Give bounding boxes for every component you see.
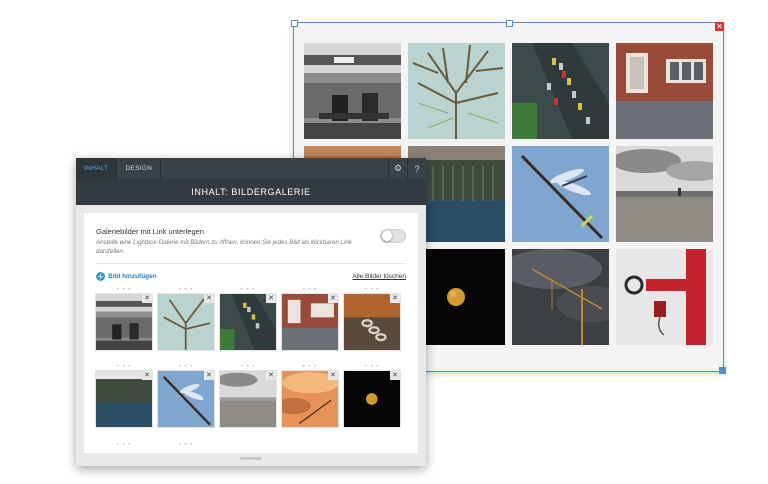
link-option-title: Galeriebilder mit Link unterlegen — [96, 227, 204, 236]
add-image-button[interactable]: + Bild hinzufügen — [96, 272, 157, 281]
drag-handle[interactable]: • • • — [96, 287, 152, 293]
remove-image-button[interactable]: ✕ — [266, 371, 276, 380]
gallery-image-train-station[interactable] — [304, 43, 401, 139]
drag-handle[interactable]: • • • — [282, 287, 338, 293]
toggle-knob — [382, 231, 392, 241]
drag-handle[interactable]: • • • — [344, 364, 400, 370]
drag-handle[interactable]: • • • — [158, 287, 214, 293]
gallery-image-red-brick-house[interactable] — [616, 43, 713, 139]
remove-image-button[interactable]: ✕ — [142, 371, 152, 380]
gear-icon: ⚙ — [393, 163, 403, 173]
thumbnail-tree-branches[interactable]: ✕ — [158, 294, 214, 350]
plus-circle-icon: + — [96, 272, 105, 281]
thumbnail-sunset-bird[interactable]: ✕ — [282, 371, 338, 427]
drag-handle[interactable]: • • • — [220, 364, 276, 370]
drag-handle[interactable]: • • • — [158, 442, 214, 448]
tab-tools: ⚙ ? — [388, 158, 426, 179]
remove-image-button[interactable]: ✕ — [328, 294, 338, 303]
resize-handle-top-left[interactable] — [291, 20, 298, 27]
remove-image-button[interactable]: ✕ — [266, 294, 276, 303]
panel-content: Galeriebilder mit Link unterlegen Anstel… — [84, 213, 418, 453]
link-option-description: Anstelle eine Lightbox-Galerie mit Bilde… — [96, 239, 352, 255]
panel-resize-grip[interactable] — [240, 457, 262, 460]
drag-handle[interactable]: • • • — [282, 364, 338, 370]
thumbnail-rusty-chain[interactable]: ✕ — [344, 294, 400, 350]
thumbnail-red-brick-house[interactable]: ✕ — [282, 294, 338, 350]
drag-handle[interactable]: • • • — [220, 287, 276, 293]
gallery-editor-panel: INHALT DESIGN ⚙ ? INHALT: BILDERGALERIE … — [76, 158, 426, 466]
thumbnail-dragonfly[interactable]: ✕ — [158, 371, 214, 427]
thumbnail-aerial-parking[interactable]: ✕ — [220, 294, 276, 350]
tab-bar: INHALT DESIGN ⚙ ? — [76, 158, 426, 179]
link-option-toggle[interactable] — [380, 229, 406, 243]
panel-title: INHALT: BILDERGALERIE — [76, 179, 426, 205]
resize-handle-top[interactable] — [506, 20, 513, 27]
remove-image-button[interactable]: ✕ — [390, 371, 400, 380]
divider — [96, 263, 406, 264]
gallery-image-aerial-parking[interactable] — [512, 43, 609, 139]
thumbnail-moon[interactable]: ✕ — [344, 371, 400, 427]
remove-image-button[interactable]: ✕ — [328, 371, 338, 380]
clear-all-images-link[interactable]: Alle Bilder löschen — [353, 273, 406, 280]
gallery-image-crane-storm[interactable] — [512, 249, 609, 345]
thumbnail-train-station[interactable]: ✕ — [96, 294, 152, 350]
settings-button[interactable]: ⚙ — [388, 158, 407, 179]
tab-design[interactable]: DESIGN — [117, 158, 162, 179]
remove-image-button[interactable]: ✕ — [204, 294, 214, 303]
close-icon[interactable]: ✕ — [715, 22, 724, 31]
thumbnail-canal-reflection[interactable]: ✕ — [96, 371, 152, 427]
remove-image-button[interactable]: ✕ — [204, 371, 214, 380]
gallery-image-dragonfly[interactable] — [512, 146, 609, 242]
gallery-image-beach-sky[interactable] — [616, 146, 713, 242]
tab-inhalt[interactable]: INHALT — [76, 158, 118, 179]
drag-handle[interactable]: • • • — [96, 442, 152, 448]
drag-handle[interactable]: • • • — [96, 364, 152, 370]
remove-image-button[interactable]: ✕ — [142, 294, 152, 303]
drag-handle[interactable]: • • • — [344, 287, 400, 293]
remove-image-button[interactable]: ✕ — [390, 294, 400, 303]
add-image-label: Bild hinzufügen — [108, 273, 157, 280]
drag-handle[interactable]: • • • — [158, 364, 214, 370]
gallery-image-tree-branches[interactable] — [408, 43, 505, 139]
gallery-image-red-valve[interactable] — [616, 249, 713, 345]
resize-handle-bottom-right[interactable] — [719, 367, 726, 374]
help-button[interactable]: ? — [407, 158, 426, 179]
thumbnail-beach-sky[interactable]: ✕ — [220, 371, 276, 427]
